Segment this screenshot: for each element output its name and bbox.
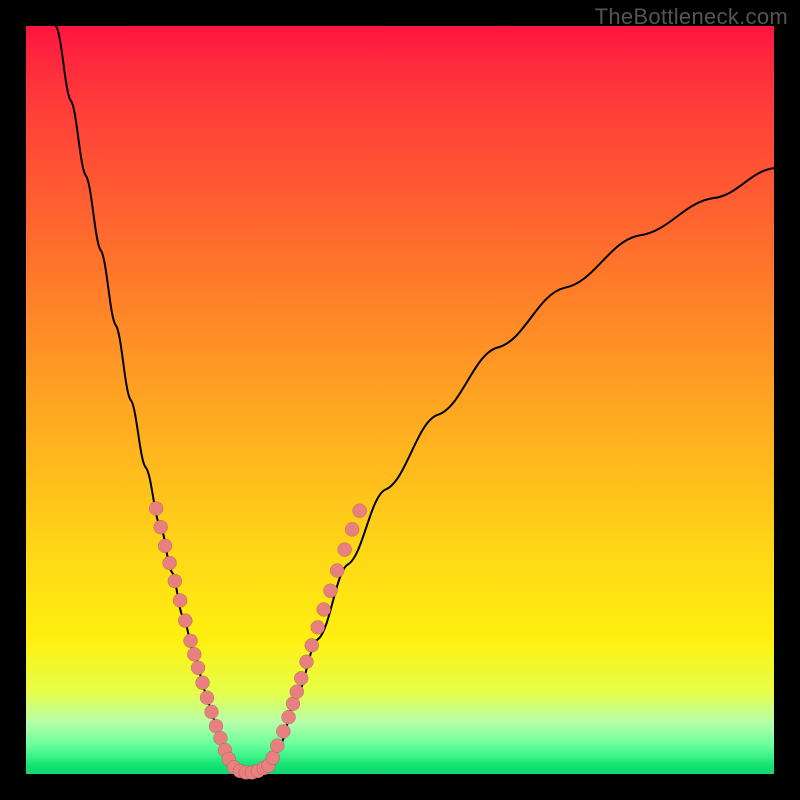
data-point	[173, 593, 187, 607]
data-point	[184, 634, 198, 648]
data-point	[205, 705, 219, 719]
data-point	[300, 655, 314, 669]
data-point	[323, 584, 337, 598]
data-point	[305, 638, 319, 652]
curve-left-branch	[56, 26, 233, 767]
data-point	[353, 504, 367, 518]
data-point	[294, 671, 308, 685]
data-point	[196, 676, 210, 690]
data-point	[317, 602, 331, 616]
data-point	[178, 614, 192, 628]
data-point	[149, 501, 163, 515]
data-point	[187, 647, 201, 661]
data-point	[200, 691, 214, 705]
data-point	[154, 520, 168, 534]
data-point	[311, 620, 325, 634]
data-point	[290, 685, 304, 699]
bottleneck-curve-svg	[26, 26, 774, 774]
data-point	[191, 661, 205, 675]
data-point	[270, 739, 284, 753]
data-point	[330, 564, 344, 578]
watermark-text: TheBottleneck.com	[595, 4, 788, 30]
curve-right-branch	[270, 168, 774, 766]
data-points-group	[149, 501, 366, 779]
plot-area	[26, 26, 774, 774]
chart-frame: TheBottleneck.com	[0, 0, 800, 800]
data-point	[338, 543, 352, 557]
data-point	[168, 574, 182, 588]
data-point	[345, 522, 359, 536]
data-point	[163, 556, 177, 570]
data-point	[158, 539, 172, 553]
data-point	[276, 724, 290, 738]
data-point	[282, 710, 296, 724]
